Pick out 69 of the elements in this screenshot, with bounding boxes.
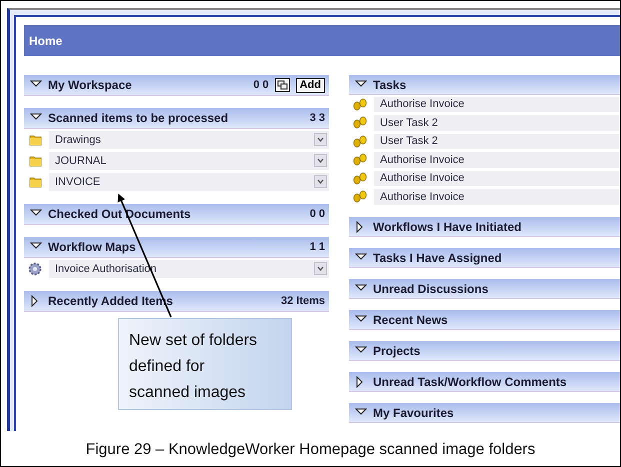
chevron-icon bbox=[317, 158, 324, 163]
panel-title: My Favourites bbox=[373, 406, 454, 420]
dropdown-button[interactable] bbox=[314, 175, 327, 188]
copy-button[interactable] bbox=[274, 78, 290, 92]
item-label: JOURNAL bbox=[55, 154, 106, 166]
people-icon bbox=[352, 116, 368, 130]
people-icon bbox=[352, 172, 368, 185]
callout-text: New set of folders defined for scanned images bbox=[118, 318, 292, 410]
panel-title: Projects bbox=[373, 344, 420, 358]
people-icon bbox=[352, 190, 368, 204]
item-count: 0 0 bbox=[253, 79, 269, 91]
dropdown-button[interactable] bbox=[314, 154, 327, 167]
folder-icon bbox=[28, 154, 42, 167]
panel-header[interactable]: Workflow Maps 1 1 bbox=[24, 237, 329, 258]
item-label: Authorise Invoice bbox=[380, 172, 464, 184]
panel-header[interactable]: Projects bbox=[349, 341, 620, 361]
list-item[interactable]: INVOICE bbox=[49, 172, 329, 190]
dropdown-button[interactable] bbox=[314, 133, 327, 146]
dropdown-button[interactable] bbox=[314, 262, 327, 275]
item-label: Drawings bbox=[55, 134, 101, 146]
panel-header[interactable]: Workflows I Have Initiated bbox=[349, 217, 620, 237]
people-icon bbox=[352, 153, 368, 166]
list-item[interactable]: Authorise Invoice bbox=[374, 170, 620, 186]
chevron-icon bbox=[317, 179, 324, 184]
item-label: INVOICE bbox=[55, 176, 100, 188]
item-count: 1 1 bbox=[310, 241, 325, 253]
list-item[interactable]: Authorise Invoice bbox=[374, 189, 620, 204]
panel-header[interactable]: Unread Discussions bbox=[349, 279, 620, 299]
windows-icon bbox=[276, 80, 288, 90]
folder-icon bbox=[28, 175, 42, 188]
panel-header[interactable]: My Workspace 0 0 Add bbox=[24, 75, 329, 96]
panel-header[interactable]: Tasks bbox=[349, 75, 620, 95]
panel-title: Tasks I Have Assigned bbox=[373, 250, 502, 264]
panel-header[interactable]: My Favourites bbox=[349, 403, 620, 423]
people-icon bbox=[352, 98, 368, 111]
chevron-icon bbox=[317, 266, 324, 271]
add-button[interactable]: Add bbox=[296, 78, 325, 92]
panel-title: Tasks bbox=[373, 78, 406, 92]
list-item[interactable]: User Task 2 bbox=[374, 134, 620, 149]
panel-title: Recent News bbox=[373, 312, 448, 326]
panel-title: Workflow Maps bbox=[48, 240, 136, 254]
item-count: 32 Items bbox=[280, 295, 325, 307]
page-title: Home bbox=[29, 34, 62, 48]
item-label: User Task 2 bbox=[380, 135, 438, 148]
item-label: Authorise Invoice bbox=[380, 154, 464, 166]
panel-title: Unread Discussions bbox=[373, 282, 488, 296]
list-item[interactable]: User Task 2 bbox=[374, 115, 620, 130]
panel-header[interactable]: Recent News bbox=[349, 310, 620, 330]
figure-caption: Figure 29 – KnowledgeWorker Homepage scanned image folders bbox=[86, 441, 536, 458]
panel-header[interactable]: Unread Task/Workflow Comments bbox=[349, 372, 620, 392]
list-item[interactable]: JOURNAL bbox=[49, 152, 329, 170]
list-item[interactable]: Authorise Invoice bbox=[374, 96, 620, 112]
item-label: Authorise Invoice bbox=[380, 98, 464, 110]
folder-icon bbox=[28, 133, 42, 146]
item-label: Authorise Invoice bbox=[380, 190, 464, 203]
item-count: 0 0 bbox=[310, 208, 325, 220]
panel-title: My Workspace bbox=[48, 78, 132, 92]
people-icon bbox=[352, 134, 368, 148]
chevron-icon bbox=[317, 137, 324, 142]
panel-title: Workflows I Have Initiated bbox=[373, 220, 522, 234]
gear-icon bbox=[28, 262, 42, 276]
panel-header[interactable]: Tasks I Have Assigned bbox=[349, 248, 620, 268]
list-item[interactable]: Authorise Invoice bbox=[374, 152, 620, 168]
panel-header[interactable]: Scanned items to be processed 3 3 bbox=[24, 108, 329, 129]
list-item[interactable]: Drawings bbox=[49, 130, 329, 148]
panel-title: Unread Task/Workflow Comments bbox=[373, 374, 567, 388]
item-count: 3 3 bbox=[310, 112, 325, 124]
item-label: User Task 2 bbox=[380, 116, 438, 129]
panel-title: Scanned items to be processed bbox=[48, 111, 228, 125]
